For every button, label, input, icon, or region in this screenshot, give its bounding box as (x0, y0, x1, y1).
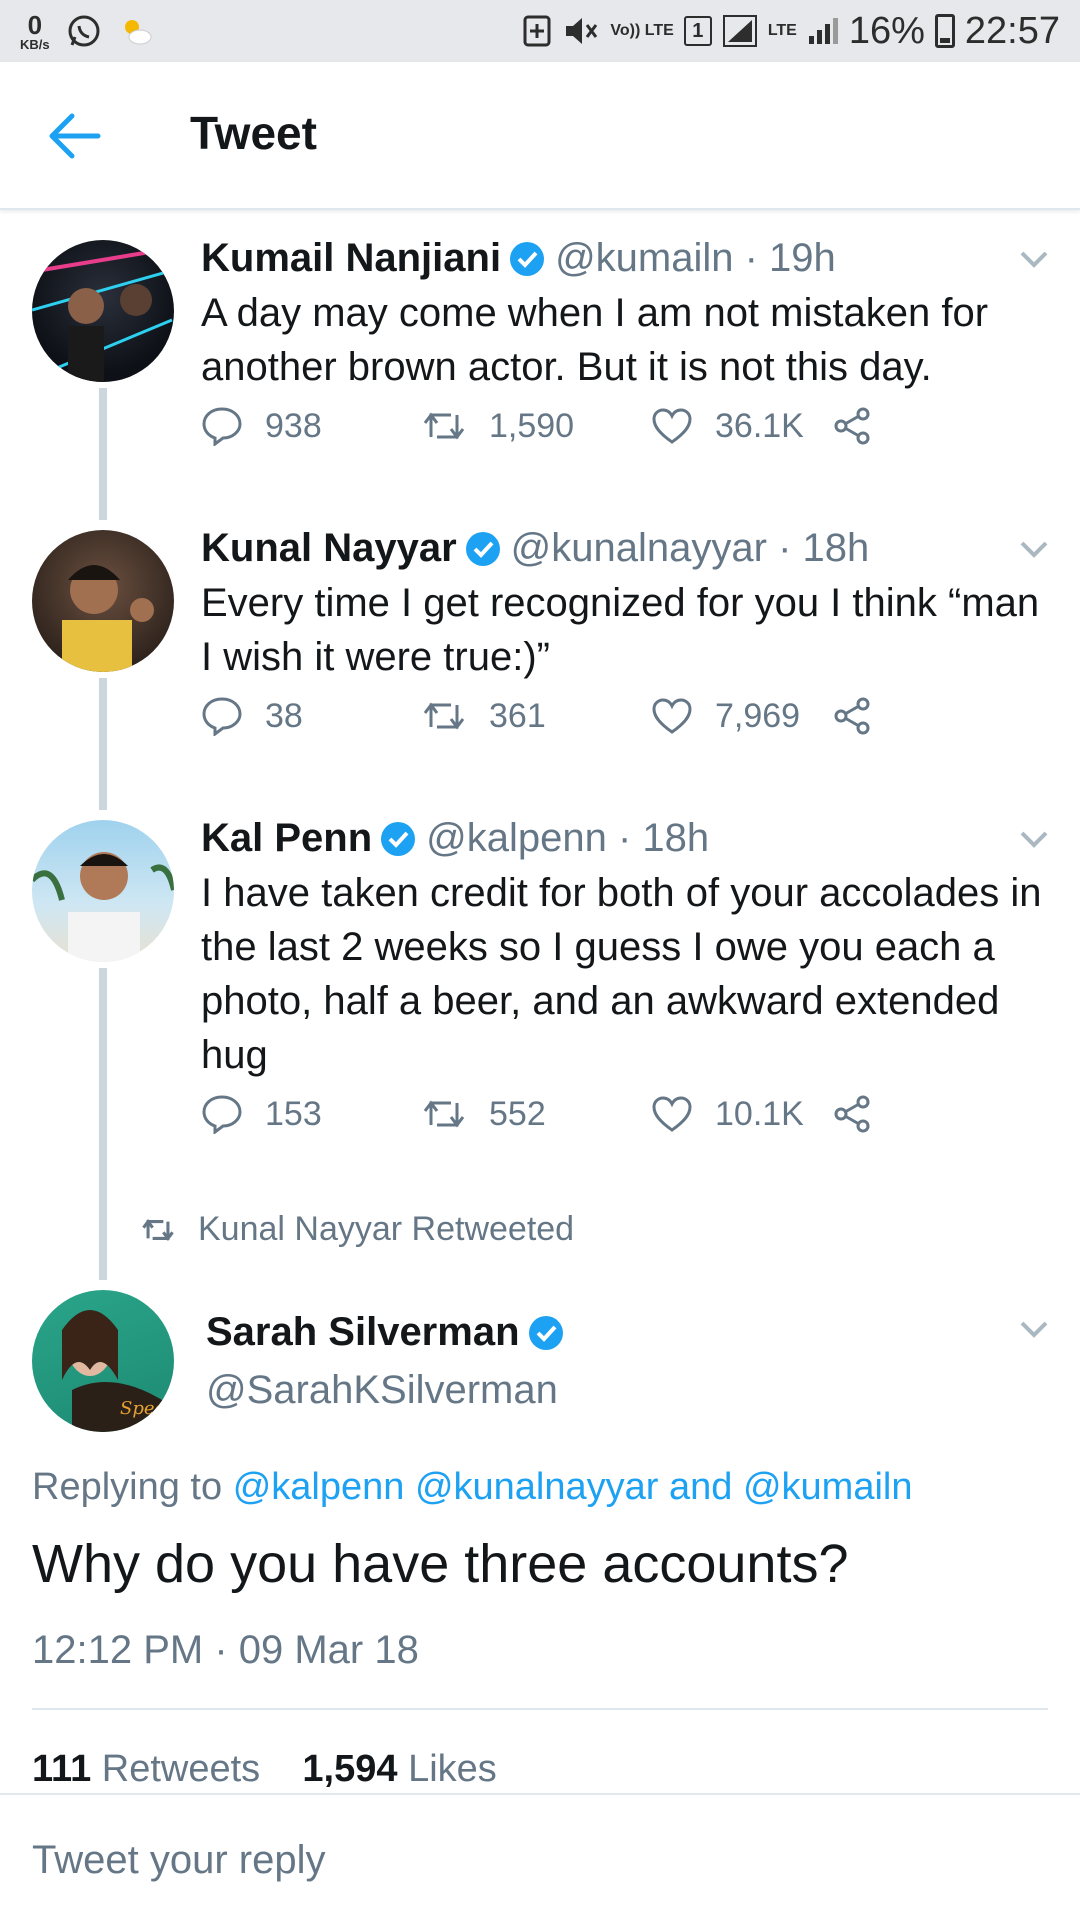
retweet-count: 1,590 (489, 406, 575, 445)
share-icon (834, 1095, 870, 1133)
share-icon (834, 697, 870, 735)
author-handle-time: @kumailn · 19h (555, 236, 836, 280)
back-arrow-icon[interactable] (46, 110, 102, 162)
heart-icon (652, 408, 692, 444)
battery-icon (934, 14, 955, 48)
share-icon (834, 407, 870, 445)
chevron-down-icon[interactable] (1018, 828, 1050, 850)
reply-button[interactable]: 153 (201, 1094, 421, 1134)
thread-tweet[interactable]: Kumail Nanjiani @kumailn · 19h A day may… (0, 236, 1080, 496)
weather-icon (124, 20, 152, 45)
chevron-down-icon[interactable] (1018, 1318, 1050, 1340)
avatar[interactable] (32, 240, 174, 382)
author-name[interactable]: Kal Penn (201, 816, 372, 861)
share-button[interactable] (833, 696, 895, 736)
retweet-button[interactable]: 361 (421, 697, 651, 736)
tweet-stats: 111 Retweets 1,594 Likes (32, 1748, 497, 1791)
reply-count: 38 (265, 696, 303, 735)
avatar[interactable] (32, 530, 174, 672)
share-button[interactable] (833, 406, 895, 446)
retweet-icon (142, 1218, 174, 1241)
tweet-actions: 38 361 7,969 (201, 696, 895, 736)
replying-to: Replying to @kalpenn @kunalnayyar and @k… (32, 1466, 913, 1508)
status-bar: 0 KB/s Vo)) LTE 1 LTE 16% 22:57 (0, 0, 1080, 62)
tweet-header: Kumail Nanjiani @kumailn · 19h (201, 236, 836, 281)
author-handle[interactable]: @SarahKSilverman (206, 1368, 558, 1413)
like-count: 36.1K (715, 406, 804, 445)
verified-badge-icon (381, 821, 416, 856)
retweet-count: 552 (489, 1094, 546, 1133)
chevron-down-icon[interactable] (1018, 538, 1050, 560)
volte-indicator: Vo)) LTE (610, 22, 674, 39)
retweeted-by[interactable]: Kunal Nayyar Retweeted (140, 1210, 574, 1249)
reply-icon (202, 1095, 242, 1134)
svg-text:Speedy: Speedy (120, 1398, 174, 1419)
tweet-actions: 938 1,590 36.1K (201, 406, 895, 446)
retweet-icon (423, 412, 465, 440)
verified-badge-icon (510, 241, 545, 276)
app-bar: Tweet (0, 62, 1080, 210)
share-button[interactable] (833, 1094, 895, 1134)
author-handle-time: @kalpenn · 18h (426, 816, 710, 860)
mention-link[interactable]: @kunalnayyar (415, 1466, 658, 1508)
network-speed: 0 KB/s (20, 9, 50, 52)
tweet-text: A day may come when I am not mistaken fo… (201, 291, 989, 389)
tweet-text: Every time I get recognized for you I th… (201, 581, 1040, 679)
author-handle-time: @kunalnayyar · 18h (510, 526, 870, 570)
like-count: 10.1K (715, 1094, 804, 1133)
sim-indicator: 1 (683, 16, 712, 46)
signal-icon (722, 15, 757, 47)
author-name[interactable]: Sarah Silverman (206, 1310, 520, 1355)
like-button[interactable]: 7,969 (651, 697, 833, 736)
retweet-button[interactable]: 552 (421, 1095, 651, 1134)
tweet-text: I have taken credit for both of your acc… (201, 871, 1042, 1077)
clock: 22:57 (964, 9, 1060, 52)
reply-button[interactable]: 38 (201, 696, 421, 736)
retweet-icon (423, 702, 465, 730)
data-saver-icon (523, 15, 551, 47)
divider (32, 1708, 1048, 1710)
reply-button[interactable]: 938 (201, 406, 421, 446)
tweet-actions: 153 552 10.1K (201, 1094, 895, 1134)
main-tweet-header: Sarah Silverman (206, 1310, 574, 1355)
verified-badge-icon (528, 1315, 563, 1350)
thread-tweet[interactable]: Kunal Nayyar @kunalnayyar · 18h Every ti… (0, 526, 1080, 786)
signal-bars-icon (808, 18, 838, 44)
network-type: LTE (767, 22, 797, 39)
reply-count: 153 (265, 1094, 322, 1133)
battery-percent: 16% (848, 9, 925, 52)
tweet-header: Kunal Nayyar @kunalnayyar · 18h (201, 526, 869, 571)
author-name[interactable]: Kumail Nanjiani (201, 236, 501, 281)
heart-icon (652, 1096, 692, 1132)
divider (0, 1793, 1080, 1795)
mention-link[interactable]: @kalpenn (233, 1466, 405, 1508)
avatar[interactable] (32, 820, 174, 962)
verified-badge-icon (465, 531, 500, 566)
retweets-stat[interactable]: 111 Retweets (32, 1748, 260, 1790)
author-name[interactable]: Kunal Nayyar (201, 526, 457, 571)
page-title: Tweet (190, 107, 317, 159)
mention-link[interactable]: @kumailn (743, 1466, 913, 1508)
tweet-timestamp: 12:12 PM · 09 Mar 18 (32, 1628, 419, 1672)
retweeted-by-label: Kunal Nayyar Retweeted (198, 1210, 575, 1248)
chevron-down-icon[interactable] (1018, 248, 1050, 270)
retweet-button[interactable]: 1,590 (421, 407, 651, 446)
reply-input[interactable]: Tweet your reply (32, 1838, 325, 1883)
main-tweet-text: Why do you have three accounts? (32, 1534, 849, 1594)
retweet-count: 361 (489, 696, 546, 735)
reply-icon (202, 697, 242, 736)
like-button[interactable]: 36.1K (651, 407, 833, 446)
mute-icon (566, 18, 598, 44)
like-count: 7,969 (715, 696, 801, 735)
retweet-icon (423, 1100, 465, 1128)
reply-count: 938 (265, 406, 322, 445)
likes-stat[interactable]: 1,594 Likes (302, 1748, 496, 1790)
heart-icon (652, 698, 692, 734)
reply-icon (202, 407, 242, 446)
tweet-header: Kal Penn @kalpenn · 18h (201, 816, 709, 861)
like-button[interactable]: 10.1K (651, 1095, 833, 1134)
avatar[interactable]: Speedy (32, 1290, 174, 1432)
thread-tweet[interactable]: Kal Penn @kalpenn · 18h I have taken cre… (0, 816, 1080, 1156)
whatsapp-icon (68, 15, 100, 47)
